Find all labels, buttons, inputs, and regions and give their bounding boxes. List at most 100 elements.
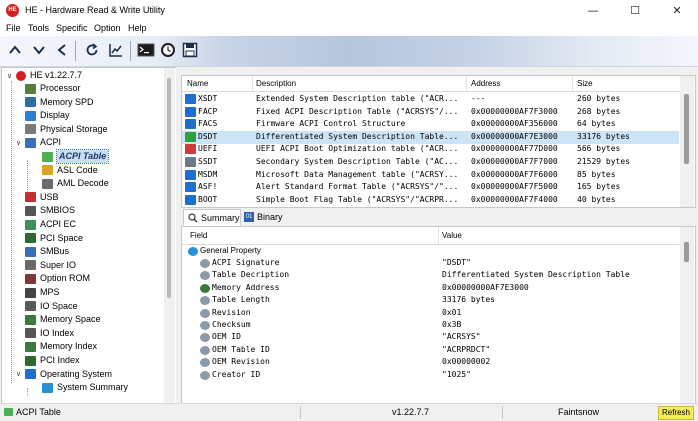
table-scrollbar[interactable]	[680, 76, 694, 207]
cell-size: 33176 bytes	[577, 131, 630, 141]
tree-item-smbus[interactable]: SMBus	[14, 245, 69, 258]
tree-expand-icon[interactable]: ∨	[14, 370, 23, 378]
search-icon	[188, 212, 198, 222]
tree-item-acpi-ec[interactable]: ACPI EC	[14, 218, 76, 231]
tree-item-option-rom[interactable]: Option ROM	[14, 272, 90, 285]
tree-scrollbar[interactable]	[164, 68, 175, 404]
tree-item-asl-code[interactable]: ASL Code	[31, 164, 98, 177]
menu-help[interactable]: Help	[128, 23, 147, 33]
tree-item-acpi[interactable]: ∨ ACPI	[14, 136, 61, 149]
column-separator[interactable]	[252, 76, 253, 91]
tab-summary[interactable]: Summary	[183, 209, 241, 226]
tree-node-icon	[25, 273, 36, 284]
tree-node-icon	[25, 355, 36, 366]
property-row[interactable]: Table Length 33176 bytes	[182, 295, 679, 307]
cell-size: 260 bytes	[577, 94, 621, 103]
table-row[interactable]: FACS Firmware ACPI Control Structure 0x000…	[182, 118, 679, 131]
tree-item-operating-system[interactable]: ∨ Operating System	[14, 368, 112, 381]
table-row[interactable]: FACP Fixed ACPI Description Table ("ACRSY…	[182, 106, 679, 119]
close-button[interactable]: ✕	[656, 0, 698, 21]
property-row[interactable]: Revision 0x01	[182, 308, 679, 320]
column-header-field[interactable]: Field	[190, 231, 207, 240]
status-author: Faintsnow	[558, 407, 600, 417]
property-row[interactable]: Checksum 0x3B	[182, 320, 679, 332]
timer-icon[interactable]	[158, 40, 178, 60]
tree-item-display[interactable]: Display	[14, 109, 70, 122]
column-separator[interactable]	[572, 76, 573, 91]
property-row[interactable]: Memory Address 0x00000000AF7E3000	[182, 283, 679, 295]
column-header-name[interactable]: Name	[187, 79, 208, 88]
property-field: OEM ID	[212, 332, 241, 342]
terminal-icon[interactable]	[136, 40, 156, 60]
table-row[interactable]: DSDT Differentiated System Description Ta…	[182, 130, 679, 144]
tree-item-label: ASL Code	[57, 164, 98, 175]
tree-item-acpi-table[interactable]: ACPI Table	[31, 149, 110, 164]
table-row[interactable]: SSDT Secondary System Description Table (…	[182, 156, 679, 169]
table-row[interactable]: UEFI UEFI ACPI Boot Optimization table ("…	[182, 143, 679, 156]
tree-item-memory-index[interactable]: Memory Index	[14, 340, 97, 353]
chevron-down-icon[interactable]	[29, 40, 49, 60]
table-row[interactable]: BOOT Simple Boot Flag Table ("ACRSYS"/"AC…	[182, 194, 679, 207]
refresh-icon[interactable]	[82, 40, 102, 60]
maximize-button[interactable]: ☐	[614, 0, 656, 21]
tree-node-icon	[25, 219, 36, 230]
column-header-size[interactable]: Size	[577, 79, 593, 88]
tree-item-io-space[interactable]: IO Space	[14, 300, 78, 313]
property-icon	[200, 321, 210, 330]
property-row[interactable]: Creator ID "1025"	[182, 370, 679, 382]
table-row[interactable]: XSDT Extended System Description table ("…	[182, 93, 679, 106]
property-row[interactable]: ACPI Signature "DSDT"	[182, 258, 679, 270]
tab-binary[interactable]: 01 Binary	[242, 209, 294, 224]
column-header-description[interactable]: Description	[256, 79, 296, 88]
tree-item-memory-spd[interactable]: Memory SPD	[14, 96, 94, 109]
tree-item-physical-storage[interactable]: Physical Storage	[14, 123, 108, 136]
property-group-row[interactable]: General Property	[182, 246, 679, 258]
tree-item-smbios[interactable]: SMBIOS	[14, 204, 75, 217]
property-row[interactable]: OEM ID "ACRSYS"	[182, 332, 679, 344]
tree-expand-icon[interactable]: ∨	[14, 139, 23, 147]
column-separator[interactable]	[466, 76, 467, 91]
column-header-address[interactable]: Address	[471, 79, 500, 88]
menu-file[interactable]: File	[6, 23, 21, 33]
tree-item-processor[interactable]: Processor	[14, 82, 81, 95]
panel-splitter[interactable]	[176, 67, 180, 403]
tree-item-pci-space[interactable]: PCI Space	[14, 232, 83, 245]
menu-option[interactable]: Option	[94, 23, 121, 33]
tree-item-super-io[interactable]: Super IO	[14, 259, 76, 272]
tree-item-label: System Summary	[57, 382, 129, 393]
tree-node-icon	[25, 124, 36, 135]
cell-name: XSDT	[198, 94, 218, 103]
column-separator[interactable]	[438, 227, 439, 244]
table-row[interactable]: ASF! Alert Standard Format Table ("ACRSYS…	[182, 181, 679, 194]
property-field: Table Decription	[212, 270, 290, 280]
menu-specific[interactable]: Specific	[56, 23, 88, 33]
cell-description: Microsoft Data Management table ("ACRSY.…	[256, 169, 459, 179]
tree-item-pci-index[interactable]: PCI Index	[14, 354, 80, 367]
tree-root[interactable]: ∨ HE v1.22.7.7	[5, 69, 82, 82]
menu-tools[interactable]: Tools	[28, 23, 49, 33]
scrollbar-thumb[interactable]	[167, 78, 171, 298]
table-row[interactable]: MSDM Microsoft Data Management table ("AC…	[182, 169, 679, 182]
property-icon	[200, 296, 210, 306]
property-row[interactable]: Table Decription Differentiated System De…	[182, 270, 679, 282]
tree-item-mps[interactable]: MPS	[14, 286, 60, 299]
chart-icon[interactable]	[106, 40, 126, 60]
tree-item-io-index[interactable]: IO Index	[14, 327, 74, 340]
refresh-button[interactable]: Refresh	[658, 406, 694, 420]
property-icon	[200, 283, 210, 293]
tree-item-aml-decode[interactable]: AML Decode	[31, 177, 109, 190]
minimize-button[interactable]: —	[572, 0, 614, 21]
scrollbar-thumb[interactable]	[684, 94, 689, 164]
tree-expand-icon[interactable]: ∨	[5, 72, 14, 80]
property-row[interactable]: OEM Table ID "ACRPRDCT"	[182, 345, 679, 357]
save-icon[interactable]	[180, 40, 200, 60]
tree-item-memory-space[interactable]: Memory Space	[14, 313, 101, 326]
back-icon[interactable]	[52, 40, 72, 60]
tree-item-usb[interactable]: USB	[14, 191, 59, 204]
scrollbar-thumb[interactable]	[684, 242, 689, 262]
chevron-up-icon[interactable]	[5, 40, 25, 60]
property-row[interactable]: OEM Revision 0x00000002	[182, 357, 679, 369]
detail-scrollbar[interactable]	[680, 227, 694, 403]
tree-item-system-summary[interactable]: System Summary	[31, 381, 128, 394]
column-header-value[interactable]: Value	[442, 231, 462, 240]
